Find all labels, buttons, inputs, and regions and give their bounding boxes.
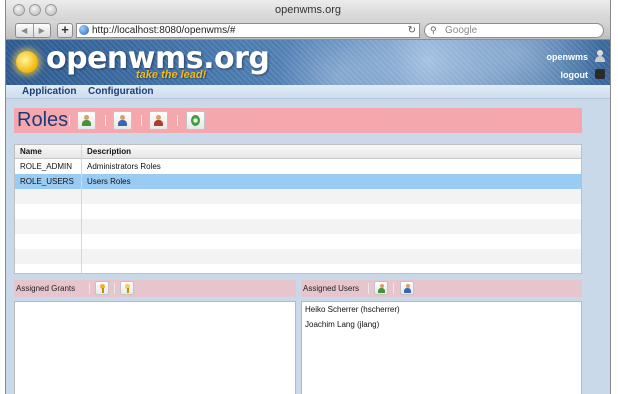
- remove-grant-button[interactable]: [120, 281, 134, 295]
- refresh-button[interactable]: [186, 111, 205, 130]
- toolbar-separator: [177, 115, 178, 126]
- table-row[interactable]: ROLE_ADMIN Administrators Roles: [15, 159, 581, 174]
- app-tagline: take the lead!: [136, 69, 207, 81]
- add-role-icon: [82, 115, 91, 126]
- username-link[interactable]: openwms: [546, 52, 588, 62]
- globe-icon: [79, 25, 89, 35]
- toolbar-separator: [89, 283, 90, 294]
- role-description: Users Roles: [87, 177, 131, 186]
- add-user-icon: [378, 284, 385, 293]
- column-divider: [81, 145, 82, 273]
- empty-row: [15, 249, 581, 264]
- menu-application[interactable]: Application: [22, 86, 76, 97]
- url-text: http://localhost:8080/openwms/#: [92, 25, 236, 36]
- window-title: openwms.org: [274, 4, 342, 16]
- add-grant-button[interactable]: [95, 281, 109, 295]
- list-item[interactable]: Joachim Lang (jlang): [305, 320, 379, 329]
- toolbar-separator: [114, 283, 115, 294]
- search-placeholder: Google: [445, 25, 478, 36]
- remove-user-button[interactable]: [400, 281, 414, 295]
- toolbar-separator: [368, 283, 369, 294]
- new-tab-button[interactable]: +: [57, 23, 73, 38]
- address-bar[interactable]: http://localhost:8080/openwms/# ↻: [76, 23, 420, 38]
- edit-role-button[interactable]: [113, 111, 132, 130]
- refresh-icon: [191, 115, 200, 126]
- toolbar-separator: [69, 115, 70, 126]
- app-header: openwms.org take the lead! openwms logou…: [6, 40, 610, 85]
- add-user-button[interactable]: [374, 281, 388, 295]
- window-titlebar: openwms.org: [6, 0, 610, 20]
- browser-window: openwms.org ◀ ▶ + http://localhost:8080/…: [5, 0, 611, 394]
- toolbar-separator: [393, 283, 394, 294]
- remove-user-icon: [404, 284, 411, 293]
- table-row[interactable]: ROLE_USERS Users Roles: [15, 174, 581, 189]
- forward-icon[interactable]: ▶: [34, 24, 51, 37]
- table-header: Name Description: [15, 145, 581, 159]
- search-input[interactable]: ⚲ Google: [424, 23, 604, 38]
- reload-icon[interactable]: ↻: [408, 24, 416, 37]
- role-name: ROLE_USERS: [20, 177, 74, 186]
- page-title: Roles: [17, 109, 69, 131]
- empty-row: [15, 204, 581, 219]
- edit-role-icon: [118, 115, 127, 126]
- list-item[interactable]: Heiko Scherrer (hscherrer): [305, 305, 400, 314]
- empty-row: [15, 234, 581, 249]
- grants-panel-title: Assigned Grants: [16, 284, 76, 293]
- users-panel-title: Assigned Users: [303, 284, 360, 293]
- page-content: openwms.org take the lead! openwms logou…: [6, 40, 610, 394]
- empty-row: [15, 219, 581, 234]
- browser-toolbar: ◀ ▶ + http://localhost:8080/openwms/# ↻ …: [6, 20, 610, 40]
- search-icon: ⚲: [430, 25, 437, 35]
- column-header-name[interactable]: Name: [20, 147, 42, 156]
- role-name: ROLE_ADMIN: [20, 162, 73, 171]
- back-icon[interactable]: ◀: [16, 24, 34, 37]
- add-grant-icon: [99, 284, 106, 293]
- sun-logo-icon: [16, 51, 38, 73]
- grants-list[interactable]: [14, 301, 296, 394]
- toolbar-separator: [141, 115, 142, 126]
- column-header-description[interactable]: Description: [87, 147, 131, 156]
- logout-link[interactable]: logout: [561, 70, 589, 80]
- users-list: Heiko Scherrer (hscherrer) Joachim Lang …: [301, 301, 582, 394]
- delete-role-button[interactable]: [149, 111, 168, 130]
- delete-role-icon: [154, 115, 163, 126]
- empty-row: [15, 189, 581, 204]
- users-panel-header: Assigned Users: [301, 280, 582, 297]
- add-role-button[interactable]: [77, 111, 96, 130]
- toolbar-separator: [105, 115, 106, 126]
- user-icon: [595, 50, 605, 62]
- back-forward-buttons: ◀ ▶: [15, 23, 51, 38]
- zoom-window-button[interactable]: [45, 4, 57, 16]
- role-description: Administrators Roles: [87, 162, 161, 171]
- main-menu: Application Configuration: [6, 85, 610, 99]
- close-window-button[interactable]: [13, 4, 25, 16]
- roles-table: Name Description ROLE_ADMIN Administrato…: [14, 144, 582, 274]
- minimize-window-button[interactable]: [29, 4, 41, 16]
- menu-configuration[interactable]: Configuration: [88, 86, 154, 97]
- roles-toolbar: Roles: [14, 108, 582, 133]
- grants-panel-header: Assigned Grants: [14, 280, 296, 297]
- logout-icon[interactable]: [595, 69, 605, 79]
- remove-grant-icon: [124, 284, 131, 293]
